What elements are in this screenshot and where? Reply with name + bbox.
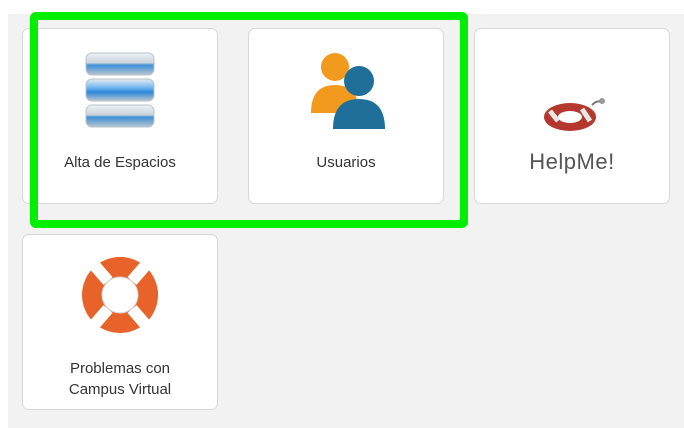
tile-usuarios[interactable]: Usuarios bbox=[248, 28, 444, 204]
users-icon bbox=[303, 47, 389, 131]
tile-label-line1: Problemas con bbox=[69, 360, 171, 377]
lifebuoy-icon bbox=[536, 91, 608, 135]
tile-problemas-campus-virtual[interactable]: Problemas con Campus Virtual bbox=[22, 234, 218, 410]
app-launcher: Alta de Espacios Usuarios HelpMe! Proble… bbox=[0, 0, 684, 428]
tile-helpme[interactable]: HelpMe! bbox=[474, 28, 670, 204]
tile-label-line2: Campus Virtual bbox=[68, 381, 172, 398]
tile-label: Usuarios bbox=[316, 154, 376, 171]
tile-label: Alta de Espacios bbox=[64, 154, 176, 171]
tile-alta-de-espacios[interactable]: Alta de Espacios bbox=[22, 28, 218, 204]
lifebuoy-icon bbox=[78, 253, 162, 337]
tile-label: HelpMe! bbox=[529, 149, 615, 174]
server-stack-icon bbox=[82, 49, 158, 131]
